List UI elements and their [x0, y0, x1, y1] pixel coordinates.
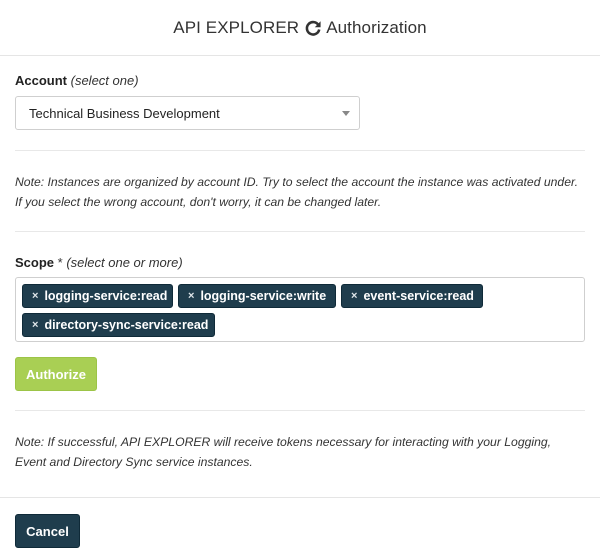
- required-marker: *: [57, 255, 63, 270]
- scope-tag[interactable]: × directory-sync-service:read: [22, 313, 215, 337]
- scope-multiselect[interactable]: × logging-service:read × logging-service…: [15, 277, 585, 342]
- account-selected-value: Technical Business Development: [29, 105, 220, 121]
- remove-icon[interactable]: ×: [351, 290, 357, 302]
- chevron-down-icon: [342, 111, 350, 116]
- scope-tag-label: logging-service:read: [44, 289, 168, 303]
- scope-tag[interactable]: × logging-service:read: [22, 284, 173, 308]
- authorize-button[interactable]: Authorize: [15, 357, 97, 391]
- refresh-icon: [303, 18, 323, 38]
- scope-tag-label: logging-service:write: [200, 289, 327, 303]
- modal-title: Authorization: [326, 17, 427, 37]
- scope-label: Scope * (select one or more): [15, 255, 183, 270]
- remove-icon[interactable]: ×: [188, 290, 194, 302]
- brand-title: API EXPLORER: [173, 17, 300, 37]
- account-label: Account (select one): [15, 73, 139, 88]
- modal-header: API EXPLORER Authorization: [0, 0, 600, 56]
- scope-hint: (select one or more): [66, 255, 183, 270]
- account-hint: (select one): [70, 73, 139, 88]
- cancel-button[interactable]: Cancel: [15, 514, 80, 548]
- success-note: Note: If successful, API EXPLORER will r…: [15, 435, 552, 469]
- divider: [15, 410, 585, 411]
- account-note: Note: Instances are organized by account…: [15, 175, 578, 209]
- divider: [15, 150, 585, 151]
- scope-tag-label: event-service:read: [363, 289, 474, 303]
- account-label-text: Account: [15, 73, 67, 88]
- scope-tag[interactable]: × logging-service:write: [178, 284, 336, 308]
- scope-tag-label: directory-sync-service:read: [44, 318, 209, 332]
- scope-tag[interactable]: × event-service:read: [341, 284, 483, 308]
- remove-icon[interactable]: ×: [32, 319, 38, 331]
- scope-label-text: Scope: [15, 255, 55, 270]
- account-select[interactable]: Technical Business Development: [15, 96, 360, 130]
- divider: [15, 231, 585, 232]
- footer-divider: [0, 497, 600, 498]
- remove-icon[interactable]: ×: [32, 290, 38, 302]
